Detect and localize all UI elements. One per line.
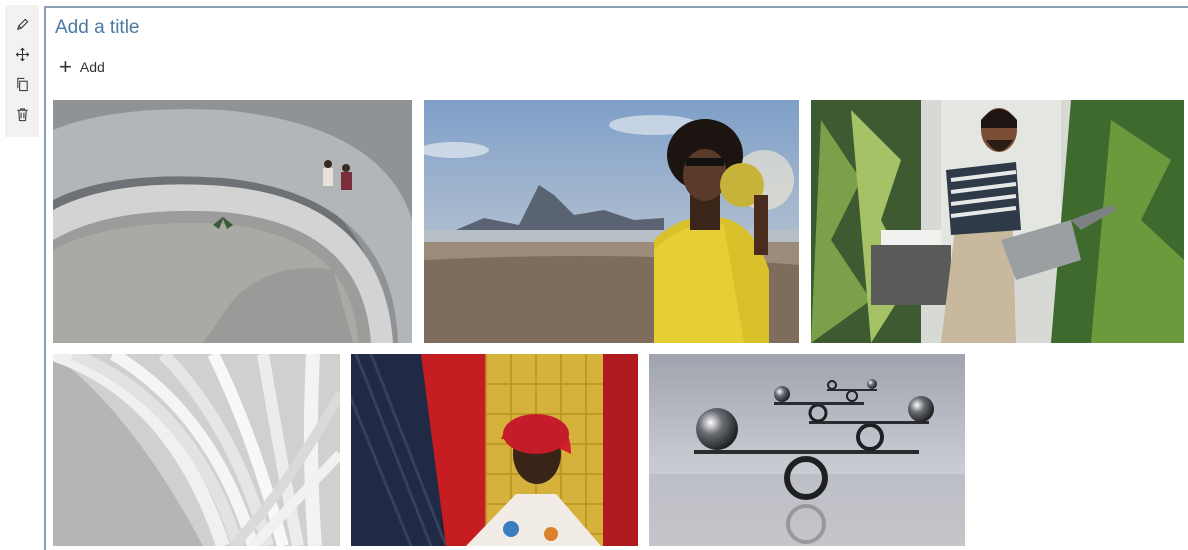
gallery-image-gardener[interactable] — [811, 100, 1184, 343]
webpart-toolbar — [5, 5, 39, 137]
pencil-icon — [16, 18, 28, 30]
edit-webpart-button[interactable] — [8, 9, 36, 39]
copy-icon — [16, 77, 28, 91]
move-arrows-icon — [15, 47, 29, 61]
add-label: Add — [79, 59, 105, 75]
gallery-image-balance-spheres[interactable] — [649, 354, 965, 546]
gallery-image-book[interactable] — [53, 354, 340, 546]
delete-webpart-button[interactable] — [8, 99, 36, 129]
plus-icon: + — [59, 54, 72, 79]
gallery-image-stairwell[interactable] — [53, 100, 412, 343]
gallery-image-woman-red-headwrap[interactable] — [351, 354, 638, 546]
webpart-title-input[interactable]: Add a title — [55, 17, 140, 39]
trash-icon — [16, 107, 28, 121]
add-image-button[interactable]: + Add — [59, 54, 105, 79]
gallery-image-beach[interactable] — [424, 100, 799, 343]
duplicate-webpart-button[interactable] — [8, 69, 36, 99]
move-webpart-button[interactable] — [8, 39, 36, 69]
